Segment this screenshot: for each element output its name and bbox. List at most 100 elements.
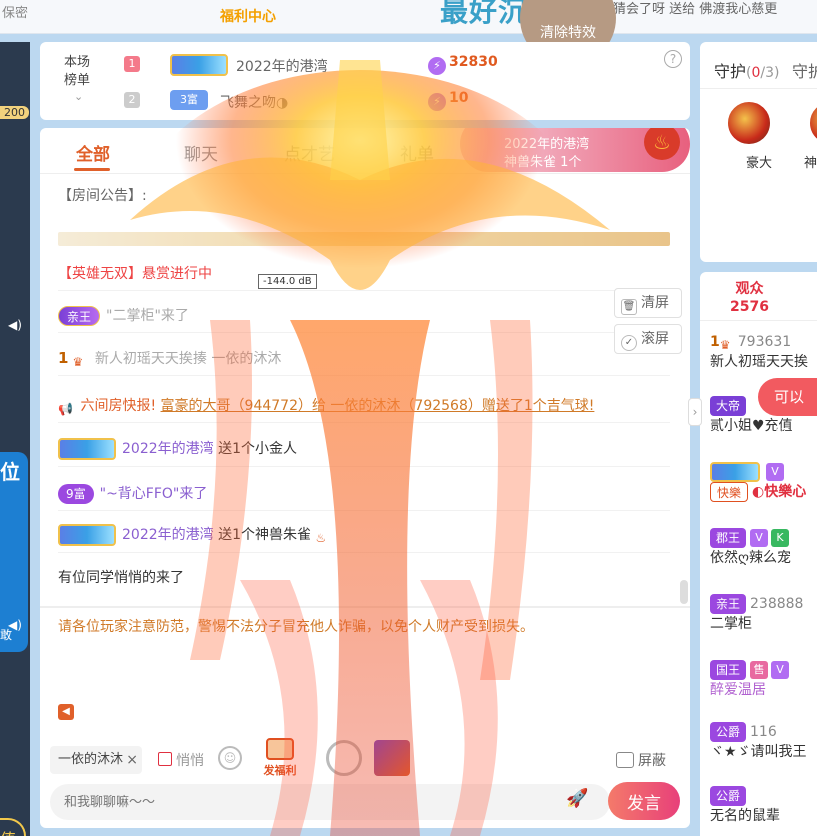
- follow-button[interactable]: 可以领: [758, 378, 817, 444]
- guard-divider: [700, 88, 817, 89]
- check-icon: ✓: [621, 335, 637, 351]
- welfare-center-badge[interactable]: 福利中心: [220, 6, 276, 26]
- vip-icon: V: [766, 463, 784, 481]
- audience-row[interactable]: 国王售 V 醉爱温居: [710, 660, 817, 700]
- rank-name: 飞舞之吻◑: [220, 95, 289, 111]
- guard-name: 神: [804, 156, 817, 171]
- help-icon[interactable]: ?: [664, 50, 682, 68]
- welfare-button[interactable]: 发福利: [262, 738, 298, 778]
- chat-message: 有位同学悄悄的来了: [58, 570, 184, 586]
- gift-notification-pill[interactable]: 2022年的港湾 神兽朱雀 1个 ♨: [460, 128, 690, 172]
- chat-divider: [40, 606, 690, 608]
- audience-row[interactable]: V 快樂 ◐快樂心: [710, 462, 817, 502]
- clear-screen-button[interactable]: 🗑 清屏: [614, 288, 682, 318]
- tab-all[interactable]: 全部: [76, 140, 110, 165]
- volume-icon[interactable]: ◀): [8, 318, 22, 332]
- tab-guard-other[interactable]: 守护: [792, 58, 817, 82]
- privacy-label[interactable]: 保密: [2, 2, 28, 21]
- tab-underline: [74, 168, 110, 171]
- rocket-icon[interactable]: 🚀: [566, 788, 594, 816]
- audience-row[interactable]: 公爵 无名的鼠辈: [710, 786, 817, 826]
- level-chip: 200: [0, 106, 29, 119]
- level-badge: 1: [58, 349, 69, 367]
- volume-icon[interactable]: ◀): [8, 618, 22, 632]
- audience-count: 2576: [730, 299, 769, 315]
- rank-number: 1: [124, 56, 140, 72]
- user-name[interactable]: 2022年的港湾: [122, 441, 214, 457]
- target-icon[interactable]: [326, 740, 362, 776]
- chat-panel: 全部 聊天 点才艺 礼单 2022年的港湾 神兽朱雀 1个 ♨ 【房间公告】: …: [40, 128, 690, 828]
- phoenix-gift-icon: ♨: [315, 531, 327, 545]
- user-name[interactable]: 新人初瑶天天挨揍: [95, 351, 207, 367]
- vip-icon: V: [771, 661, 790, 679]
- audience-label[interactable]: 观众 2576: [730, 280, 769, 316]
- whisper-label[interactable]: 悄悄: [176, 750, 204, 770]
- guard-panel: 守护(0/3) 守护 豪大 神: [700, 42, 817, 262]
- emoji-icon[interactable]: ☺: [218, 746, 242, 770]
- chat-message: 2022年的港湾 送1个小金人: [58, 438, 670, 467]
- lightning-icon: ⚡: [428, 57, 446, 75]
- close-icon[interactable]: ×: [126, 746, 138, 774]
- tab-gift-list[interactable]: 礼单: [400, 140, 434, 165]
- avatar[interactable]: [726, 100, 772, 146]
- chat-target-chip[interactable]: 一依的沐沐 ×: [50, 746, 142, 774]
- tab-talent[interactable]: 点才艺: [284, 140, 335, 165]
- shield-toggle[interactable]: 屏蔽: [616, 750, 666, 770]
- promo-text: 位: [0, 460, 20, 484]
- gem-badge-icon: [58, 438, 116, 460]
- horn-icon[interactable]: ◀: [58, 704, 74, 720]
- tab-chat[interactable]: 聊天: [184, 140, 218, 165]
- fraud-warning: 请各位玩家注意防范，警惕不法分子冒充他人诈骗，以免个人财产受到损失。: [58, 619, 534, 635]
- duke-badge: 公爵: [710, 786, 747, 806]
- chat-scrollbar[interactable]: [680, 580, 688, 604]
- chat-message: 1 ♛ 新人初瑶天天挨揍 一依的沐沐: [58, 348, 670, 376]
- guard-name: 豪大: [746, 156, 773, 171]
- emperor-badge: 大帝: [710, 396, 747, 416]
- tab-guard[interactable]: 守护(0/3): [714, 58, 780, 82]
- ranking-row[interactable]: 1 2022年的港湾 ⚡ 32830: [124, 50, 684, 80]
- crown-icon: ♛: [72, 355, 84, 369]
- trash-icon: 🗑: [621, 299, 637, 315]
- hero-event-message[interactable]: 【英雄无双】悬赏进行中: [58, 264, 670, 291]
- db-readout: -144.0 dB: [258, 274, 317, 289]
- audience-row[interactable]: 公爵 116 ヾ★ゞ请叫我王: [710, 722, 817, 762]
- audience-row[interactable]: 郡王 V K 依然ღ辣么宠: [710, 528, 817, 568]
- prince-badge: 郡王: [710, 528, 747, 548]
- gift-box-icon: [266, 738, 294, 760]
- send-button[interactable]: 发言: [608, 782, 680, 820]
- k-icon: K: [771, 529, 790, 547]
- broadcast-link[interactable]: 富豪的大哥（944772）给 一依的沐沐（792568）赠送了1个吉气球!: [161, 398, 595, 414]
- chat-message: 9富 "~背心FFO"来了: [58, 484, 670, 511]
- crown-icon: ♛: [719, 338, 731, 352]
- audience-row[interactable]: 1♛ 793631 新人初瑶天天挨: [710, 332, 817, 372]
- top-ticker: ，猜会了呀 送给 佛渡我心慈更: [600, 2, 778, 17]
- chat-toolbar: 一依的沐沐 × 悄悄 ☺ 发福利 屏蔽: [40, 738, 690, 782]
- left-recharge-chip[interactable]: 值: [0, 818, 26, 836]
- avatar[interactable]: [808, 100, 817, 146]
- ranking-row[interactable]: 2 3富 飞舞之吻◑ ⚡ 10: [124, 86, 684, 116]
- audience-row[interactable]: 亲王 238888 二掌柜: [710, 594, 817, 634]
- chat-input[interactable]: [50, 784, 610, 820]
- king-badge: 国王: [710, 660, 747, 680]
- whisper-checkbox[interactable]: [158, 752, 172, 766]
- rank-score: ⚡ 10: [428, 90, 468, 111]
- ranking-title[interactable]: 本场 榜单: [64, 54, 90, 90]
- auto-scroll-button[interactable]: ✓ 滚屏: [614, 324, 682, 354]
- announcement-banner[interactable]: [58, 232, 670, 246]
- rank-name: 2022年的港湾: [236, 59, 328, 75]
- chat-message: 亲王 "二掌柜"来了: [58, 306, 670, 333]
- megaphone-icon: 📢: [58, 402, 73, 416]
- gift-icon[interactable]: [374, 740, 410, 776]
- sale-icon: 售: [750, 661, 769, 679]
- gem-badge-icon: [170, 54, 228, 76]
- chevron-right-icon[interactable]: ›: [688, 398, 702, 426]
- room-announcement: 【房间公告】:: [58, 188, 147, 204]
- vip-icon: V: [750, 529, 769, 547]
- rich-badge: 3富: [170, 90, 208, 110]
- chat-message-list: 【房间公告】: 【英雄无双】悬赏进行中 -144.0 dB 亲王 "二掌柜"来了 …: [58, 182, 682, 608]
- audience-divider: [700, 320, 817, 321]
- user-name[interactable]: 2022年的港湾: [122, 527, 214, 543]
- duke-badge: 公爵: [710, 722, 747, 742]
- left-video-column: 200 ◀) 位 敢 ◀) 值: [0, 42, 30, 836]
- chevron-down-icon[interactable]: ⌄: [74, 90, 83, 103]
